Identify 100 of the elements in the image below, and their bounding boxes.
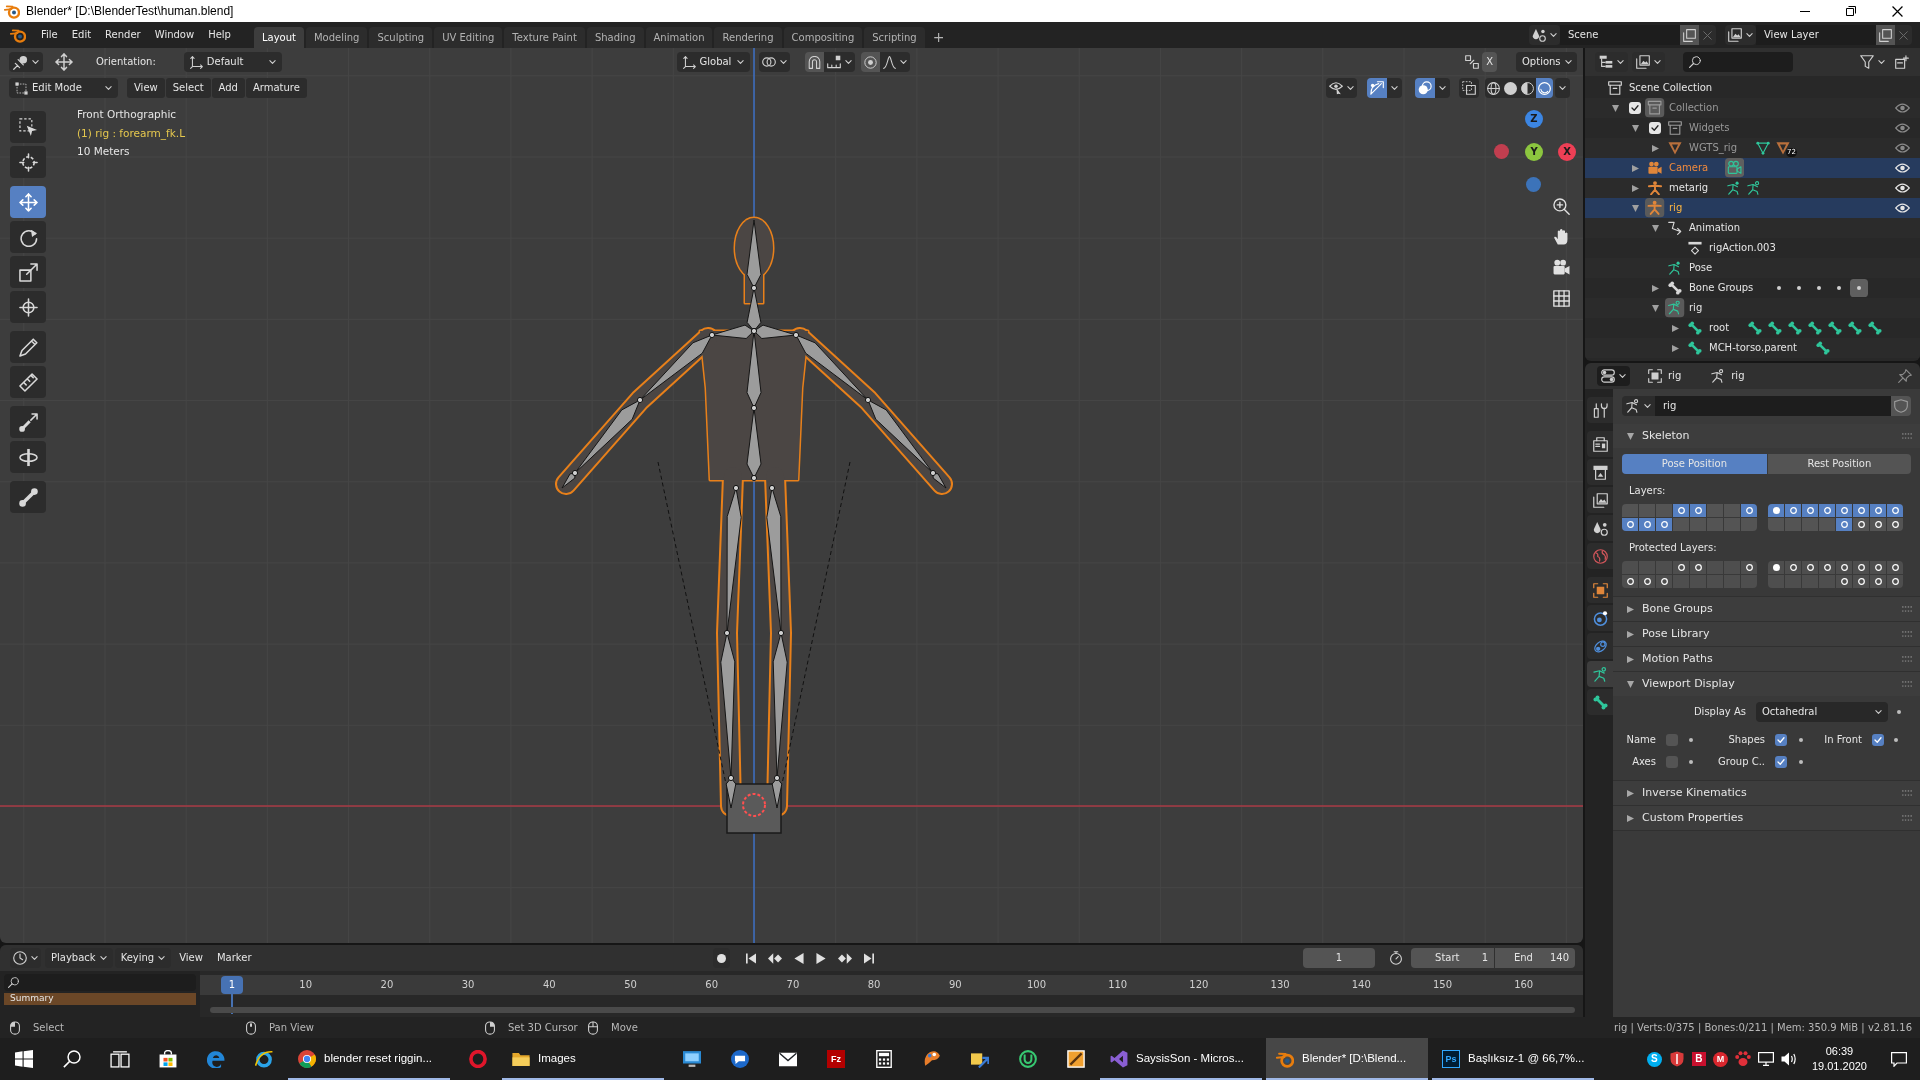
- options-dropdown[interactable]: Options: [1516, 52, 1577, 72]
- layer-toggle[interactable]: [1802, 504, 1818, 517]
- transform-orientation-dropdown[interactable]: Global: [676, 52, 750, 72]
- channel-row[interactable]: Summary: [4, 993, 196, 1005]
- disclosure-triangle-icon[interactable]: [1651, 224, 1659, 232]
- layer-toggle[interactable]: [1724, 504, 1740, 517]
- proportional-editing-toggle[interactable]: [860, 52, 880, 72]
- layer-toggle[interactable]: [1673, 518, 1689, 531]
- outliner-row[interactable]: Scene Collection: [1585, 78, 1920, 98]
- editor-type-button[interactable]: [1597, 366, 1630, 386]
- horizontal-scrollbar[interactable]: [210, 1007, 1575, 1013]
- keyframe-dot-icon[interactable]: [1689, 760, 1693, 764]
- shield-icon[interactable]: [1668, 1051, 1685, 1067]
- protected-layer-toggle[interactable]: [1656, 575, 1672, 588]
- mirror-axis-toggle[interactable]: X: [1482, 52, 1497, 72]
- dot-icon[interactable]: [1797, 286, 1802, 290]
- disclosure-triangle-icon[interactable]: [1651, 304, 1659, 312]
- rotate-tool[interactable]: [10, 221, 46, 253]
- snap-toggle[interactable]: [804, 52, 824, 72]
- protected-layer-toggle[interactable]: [1785, 561, 1801, 574]
- pivot-point-dropdown[interactable]: [758, 52, 790, 72]
- disclosure-triangle-icon[interactable]: [1631, 184, 1639, 192]
- protected-layer-toggle[interactable]: [1870, 561, 1886, 574]
- constraints-properties-tab[interactable]: [1587, 633, 1613, 659]
- checkbox[interactable]: [1629, 102, 1641, 114]
- layer-toggle[interactable]: [1819, 504, 1835, 517]
- cursor-tool[interactable]: [10, 146, 46, 178]
- layer-toggle[interactable]: [1639, 504, 1655, 517]
- transform-tool[interactable]: [10, 291, 46, 323]
- layer-toggle[interactable]: [1656, 504, 1672, 517]
- axis-handle[interactable]: Y: [1525, 143, 1543, 161]
- layer-toggle[interactable]: [1870, 504, 1886, 517]
- menu-dropdown[interactable]: Playback: [45, 948, 113, 968]
- taskbar-app-button[interactable]: SaysisSon - Micros...: [1100, 1038, 1262, 1080]
- checkbox[interactable]: [1666, 734, 1678, 746]
- menu-item[interactable]: Window: [147, 25, 202, 45]
- object-properties-tab[interactable]: [1587, 577, 1613, 603]
- falloff-dropdown[interactable]: [879, 52, 910, 72]
- layer-toggle[interactable]: [1622, 518, 1638, 531]
- axis-handle[interactable]: X: [1558, 143, 1576, 161]
- bone-icon[interactable]: [1748, 321, 1763, 335]
- annotate-tool[interactable]: [10, 331, 46, 363]
- snapping-menu-button[interactable]: [9, 52, 43, 72]
- protected-layer-toggle[interactable]: [1819, 561, 1835, 574]
- layer-toggle[interactable]: [1870, 518, 1886, 531]
- bone-size-tool[interactable]: [10, 481, 46, 513]
- remove-view-layer-button[interactable]: [1895, 25, 1912, 45]
- keyframe-dot-icon[interactable]: [1799, 760, 1803, 764]
- workspace-tab[interactable]: Sculpting: [369, 27, 433, 48]
- protected-layer-toggle[interactable]: [1853, 561, 1869, 574]
- layer-toggle[interactable]: [1656, 518, 1672, 531]
- fake-user-toggle[interactable]: [1891, 396, 1911, 416]
- triangle-mesh-icon[interactable]: [1756, 141, 1770, 155]
- remove-scene-button[interactable]: [1699, 25, 1716, 45]
- menu-item[interactable]: Marker: [210, 948, 258, 968]
- protected-layer-toggle[interactable]: [1673, 561, 1689, 574]
- taskbar-app-button[interactable]: blender reset riggin...: [288, 1038, 450, 1080]
- outliner-row[interactable]: Camera: [1585, 158, 1920, 178]
- xray-toggle[interactable]: [1459, 78, 1479, 98]
- disclosure-triangle-icon[interactable]: [1631, 204, 1639, 212]
- checkbox[interactable]: [1775, 756, 1787, 768]
- outliner-row[interactable]: rigAction.003: [1585, 238, 1920, 258]
- bone-icon[interactable]: [1808, 321, 1823, 335]
- layer-toggle[interactable]: [1639, 518, 1655, 531]
- protected-layer-toggle[interactable]: [1853, 575, 1869, 588]
- clock[interactable]: 06:39 19.01.2020: [1803, 1044, 1875, 1074]
- move-tool[interactable]: [10, 186, 46, 218]
- scene-name-field[interactable]: Scene: [1560, 25, 1680, 45]
- checkbox[interactable]: [1649, 122, 1661, 134]
- taskbar-app-button[interactable]: Blender* [D:\Blend...: [1266, 1038, 1428, 1080]
- protected-layer-toggle[interactable]: [1690, 561, 1706, 574]
- bone-icon[interactable]: [1816, 341, 1830, 355]
- datablock-browse-button[interactable]: [1622, 396, 1655, 416]
- start-frame-field[interactable]: Start 1: [1411, 948, 1494, 968]
- view-layer-name-field[interactable]: View Layer: [1756, 25, 1876, 45]
- scale-tool[interactable]: [10, 256, 46, 288]
- tray-app-tile[interactable]: M: [1712, 1051, 1728, 1067]
- keyframe-dot-icon[interactable]: [1689, 738, 1693, 742]
- layer-toggle[interactable]: [1819, 518, 1835, 531]
- layer-toggle[interactable]: [1836, 518, 1852, 531]
- menu-item[interactable]: Render: [98, 25, 148, 45]
- bone-icon[interactable]: [1848, 321, 1863, 335]
- protected-layer-toggle[interactable]: [1836, 575, 1852, 588]
- editor-type-button[interactable]: [10, 948, 41, 968]
- gizmos-menu-button[interactable]: [1387, 78, 1402, 98]
- outliner-row[interactable]: MCH-torso.parent: [1585, 338, 1920, 358]
- layer-toggle[interactable]: [1690, 504, 1706, 517]
- tool-properties-tab[interactable]: [1587, 397, 1613, 423]
- data-properties-tab[interactable]: [1587, 661, 1613, 687]
- protected-layer-toggle[interactable]: [1887, 561, 1903, 574]
- outliner-search-field[interactable]: [1683, 52, 1793, 72]
- workspace-tab[interactable]: Shading: [586, 27, 644, 48]
- checkbox[interactable]: [1666, 756, 1678, 768]
- layer-toggle[interactable]: [1802, 518, 1818, 531]
- workspace-tab[interactable]: Rendering: [714, 27, 782, 48]
- monitor-network-icon[interactable]: [1757, 1052, 1774, 1066]
- checkbox[interactable]: [1872, 734, 1884, 746]
- mirror-arrows-icon[interactable]: [1465, 55, 1480, 69]
- outliner-row[interactable]: root: [1585, 318, 1920, 338]
- copy-view-layer-button[interactable]: [1876, 25, 1895, 45]
